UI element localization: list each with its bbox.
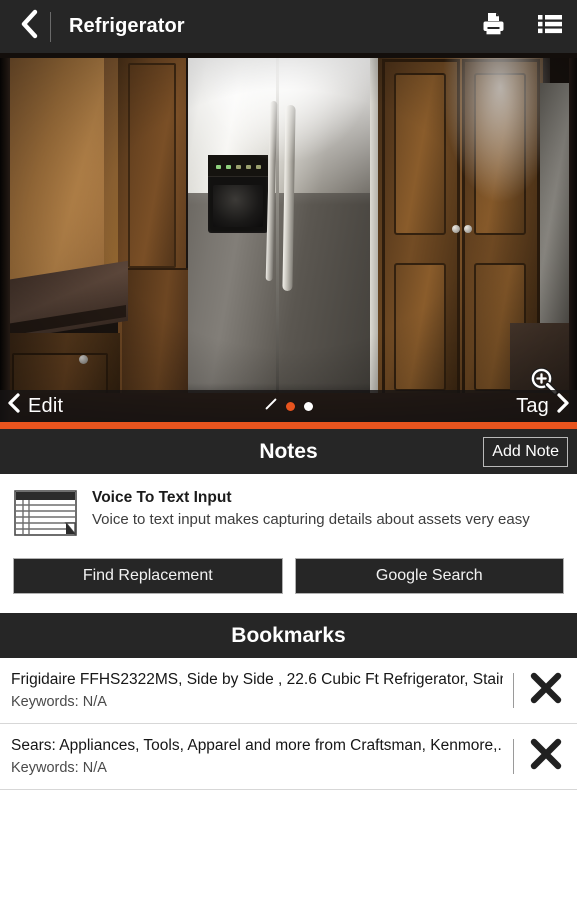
note-text-block: Voice To Text Input Voice to text input … — [92, 488, 530, 531]
note-description: Voice to text input makes capturing deta… — [92, 511, 530, 528]
bookmark-text-block: Frigidaire FFHS2322MS, Side by Side , 22… — [11, 669, 513, 712]
chevron-left-icon — [20, 9, 39, 44]
notes-body: Voice To Text Input Voice to text input … — [0, 474, 577, 613]
note-title: Voice To Text Input — [92, 489, 232, 506]
google-search-button[interactable]: Google Search — [294, 558, 564, 594]
page-dot-1[interactable] — [285, 401, 295, 411]
back-button[interactable] — [14, 9, 44, 44]
list-view-button[interactable] — [537, 13, 563, 40]
photo-toolbar: Edit Tag — [0, 390, 577, 422]
notes-section-header: Notes Add Note — [0, 429, 577, 474]
list-icon — [537, 13, 563, 40]
page-dot-2[interactable] — [303, 401, 313, 411]
printer-icon — [480, 11, 507, 42]
nav-actions — [480, 11, 563, 42]
find-replacement-button[interactable]: Find Replacement — [13, 558, 283, 594]
add-note-button[interactable]: Add Note — [483, 436, 568, 467]
print-button[interactable] — [480, 11, 507, 42]
pencil-icon[interactable] — [265, 397, 277, 415]
notes-title: Notes — [259, 439, 318, 463]
accent-divider — [0, 422, 577, 429]
bookmark-keywords: Keywords: N/A — [11, 694, 107, 710]
bookmarks-title: Bookmarks — [231, 623, 346, 647]
tag-button[interactable]: Tag — [516, 392, 577, 420]
page-title: Refrigerator — [69, 15, 185, 37]
chevron-right-icon — [554, 392, 571, 420]
bookmark-title: Sears: Appliances, Tools, Apparel and mo… — [11, 737, 503, 754]
top-navigation-bar: Refrigerator — [0, 0, 577, 53]
delete-bookmark-button[interactable] — [514, 671, 577, 710]
notepad-icon — [14, 490, 77, 541]
close-x-icon — [529, 737, 563, 776]
bookmark-keywords: Keywords: N/A — [11, 760, 107, 776]
photo-page-indicator — [265, 397, 313, 415]
app-root: Refrigerator Edit Tag Notes Add Note Voi… — [0, 0, 577, 900]
chevron-left-icon — [6, 392, 23, 420]
delete-bookmark-button[interactable] — [514, 737, 577, 776]
edit-button[interactable]: Edit — [0, 392, 63, 420]
asset-photo[interactable]: Edit Tag — [0, 53, 577, 422]
close-x-icon — [529, 671, 563, 710]
notes-action-buttons: Find Replacement Google Search — [0, 541, 577, 613]
bookmark-row[interactable]: Sears: Appliances, Tools, Apparel and mo… — [0, 724, 577, 790]
bookmark-row[interactable]: Frigidaire FFHS2322MS, Side by Side , 22… — [0, 658, 577, 724]
bookmark-title: Frigidaire FFHS2322MS, Side by Side , 22… — [11, 671, 503, 688]
nav-divider — [50, 11, 51, 42]
kitchen-photo-image — [0, 53, 577, 422]
edit-label: Edit — [28, 394, 64, 417]
bookmarks-section-header: Bookmarks — [0, 613, 577, 658]
bookmark-text-block: Sears: Appliances, Tools, Apparel and mo… — [11, 735, 513, 778]
note-item[interactable]: Voice To Text Input Voice to text input … — [0, 488, 577, 541]
tag-label: Tag — [516, 394, 549, 417]
bookmarks-list: Frigidaire FFHS2322MS, Side by Side , 22… — [0, 658, 577, 790]
